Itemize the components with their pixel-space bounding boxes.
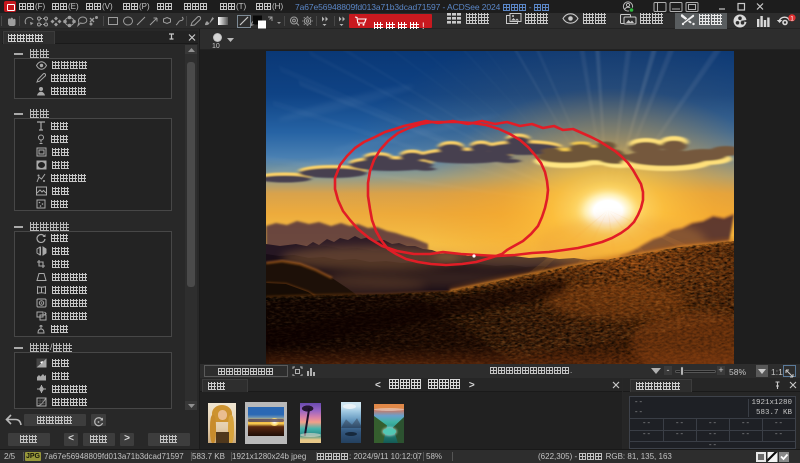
svg-text:1: 1	[790, 15, 794, 22]
